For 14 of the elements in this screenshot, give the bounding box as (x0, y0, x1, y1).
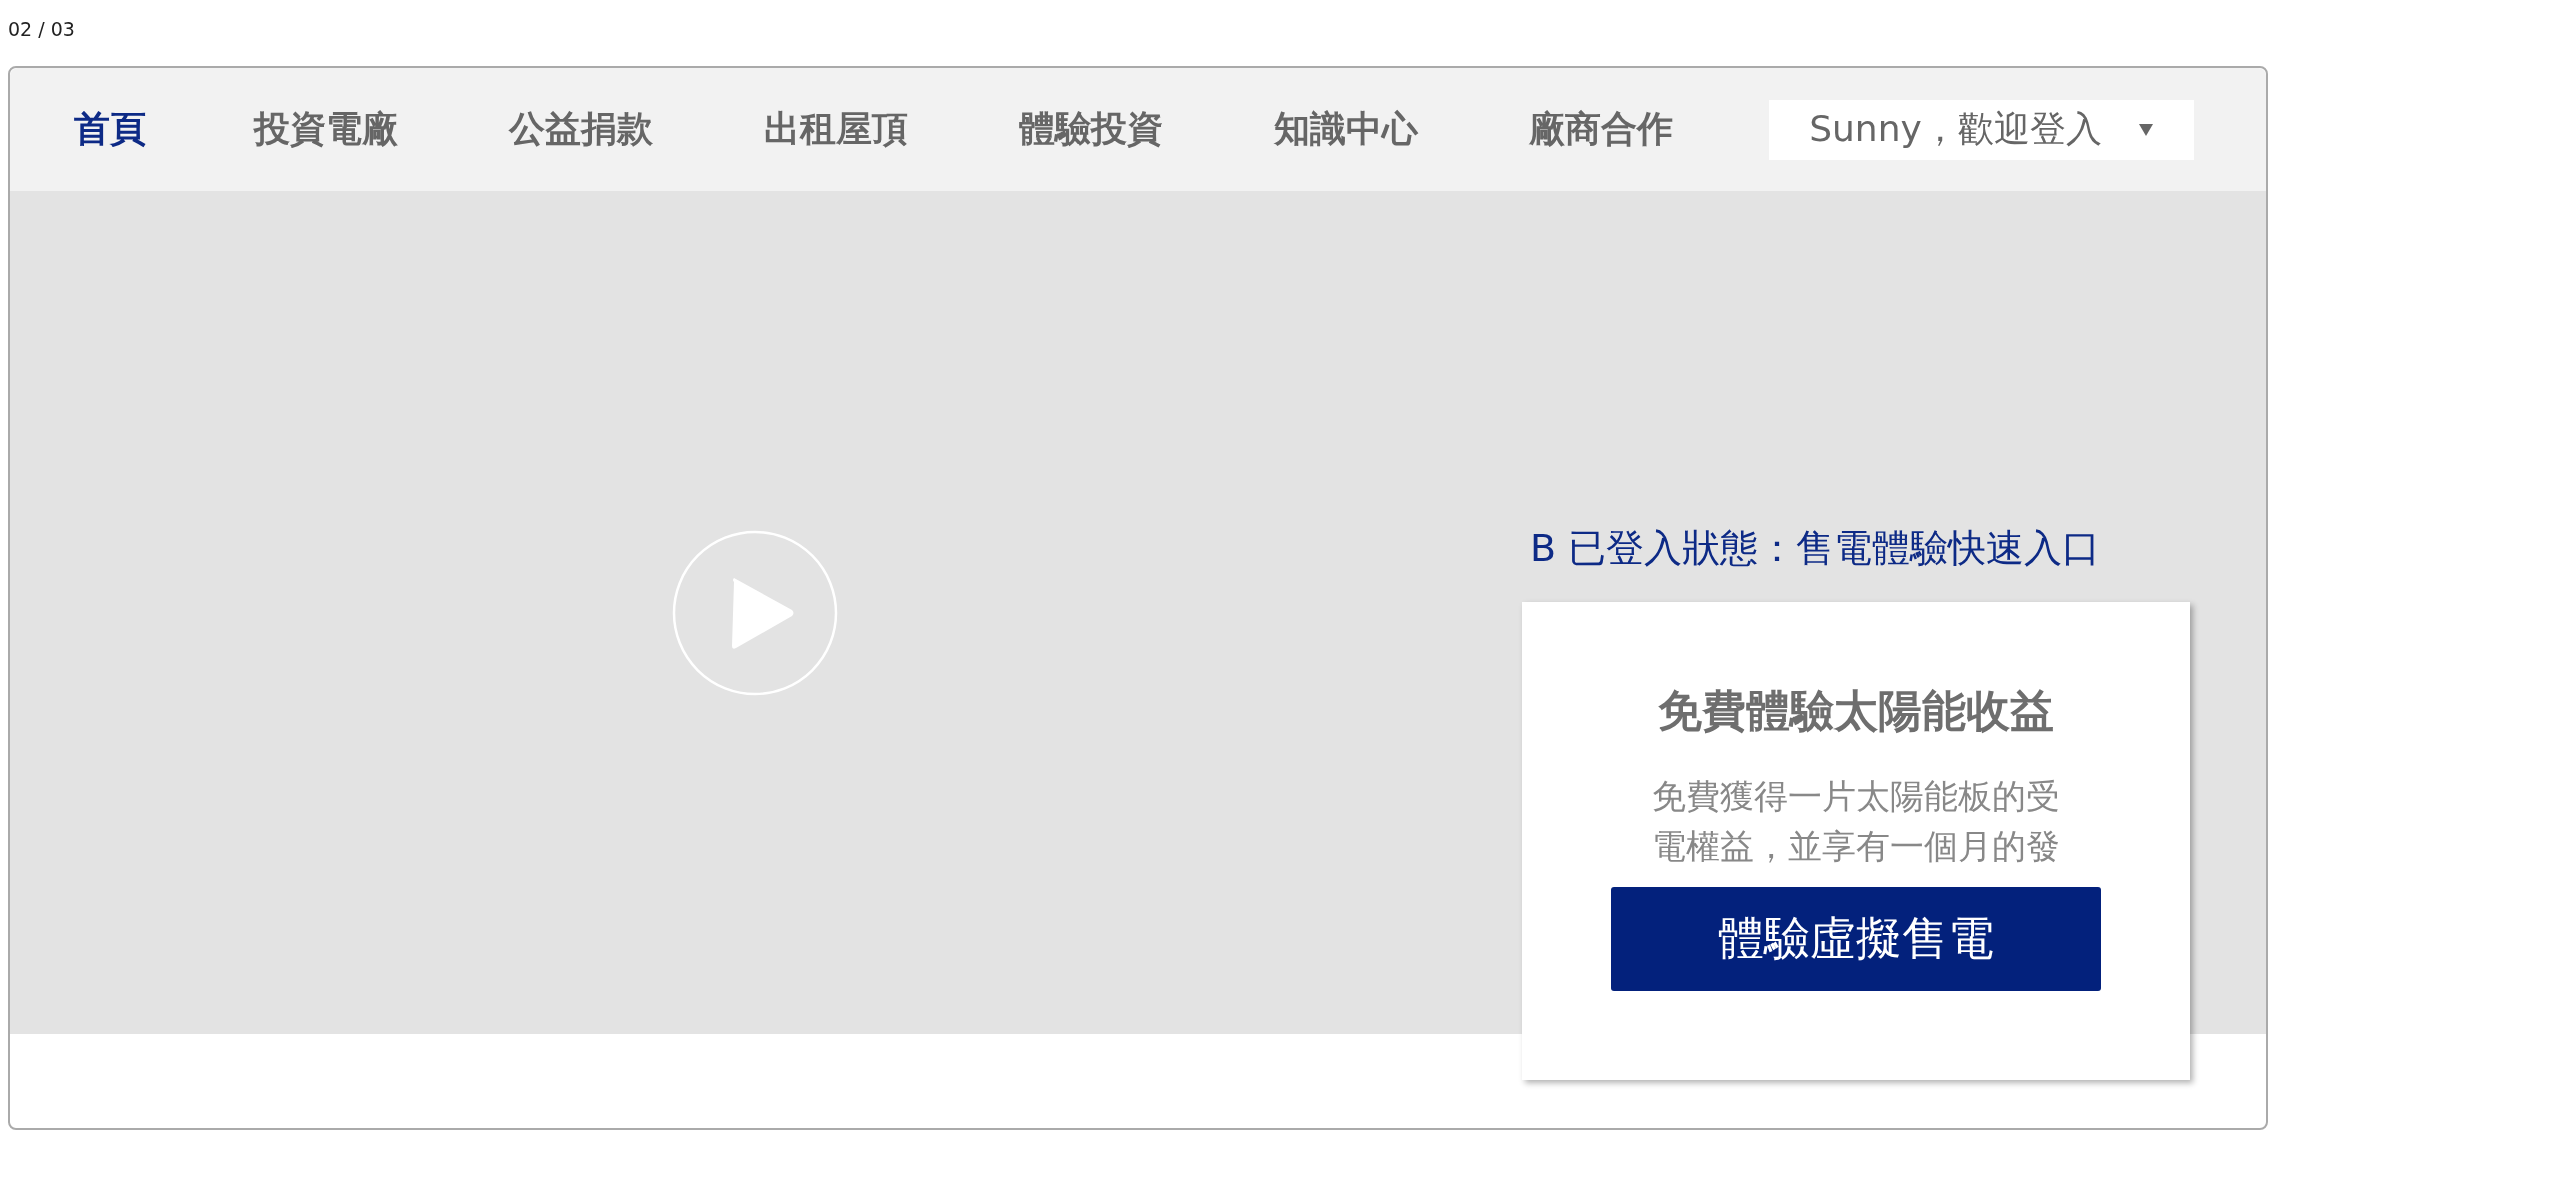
annotation-text: B 已登入狀態：售電體驗快速入口 (1529, 525, 2102, 572)
nav-item[interactable]: 體驗投資 (1019, 105, 1274, 154)
nav-item[interactable]: 投資電廠 (254, 105, 509, 154)
card-title: 免費體驗太陽能收益 (1658, 684, 2054, 738)
nav-item[interactable]: 出租屋頂 (764, 105, 1019, 154)
play-icon[interactable] (672, 529, 838, 696)
nav-item[interactable]: 公益捐款 (509, 105, 764, 154)
nav-item[interactable]: 首頁 (74, 105, 254, 154)
user-menu-dropdown[interactable]: Sunny，歡迎登入 (1769, 99, 2194, 160)
page-counter: 02 / 03 (7, 17, 76, 42)
nav-item[interactable]: 知識中心 (1274, 105, 1529, 154)
caret-icon (2137, 122, 2154, 137)
cta-button[interactable]: 體驗虛擬售電 (1611, 887, 2101, 991)
card-description: 免費獲得一片太陽能板的受 電權益，並享有一個月的發 (1652, 775, 2060, 868)
